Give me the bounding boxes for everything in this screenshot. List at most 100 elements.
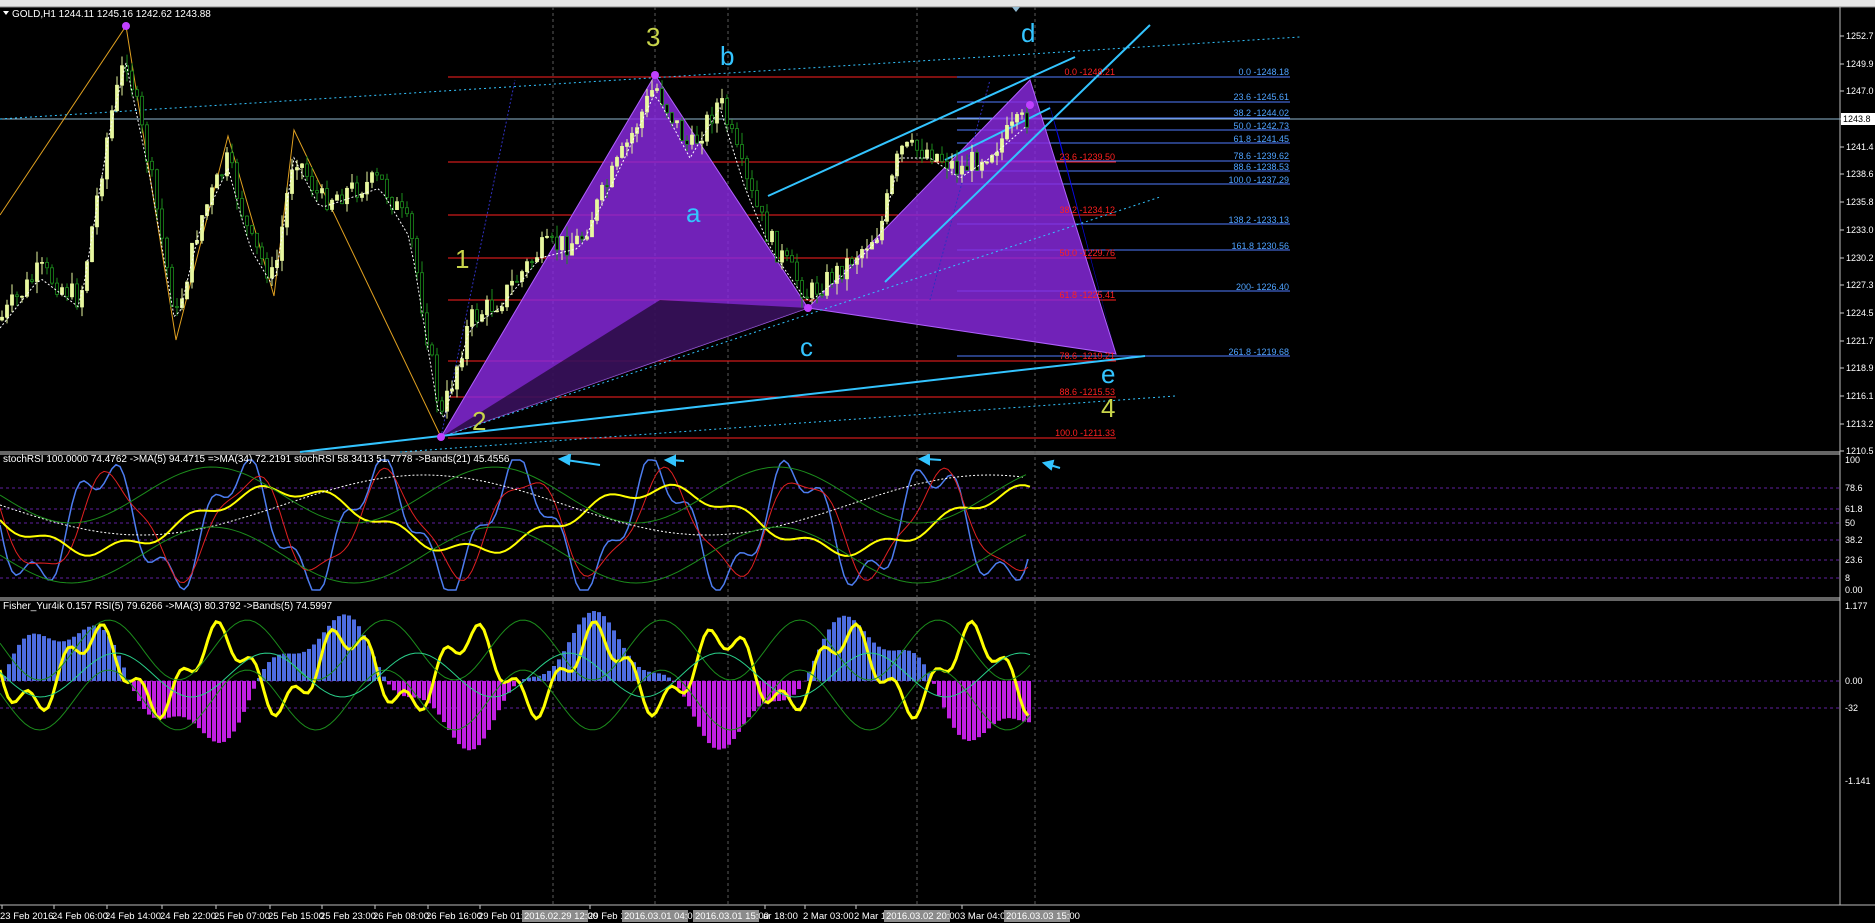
fisher-bar [737,681,741,732]
fib-blue-label: 100.0 -1237.29 [1228,175,1289,185]
candle-body [270,267,274,279]
candle-body [915,139,919,151]
time-tick-label: 24 Feb 14:00 [105,911,161,922]
fisher-bar [277,654,281,681]
wave-label-1: 1 [455,244,469,274]
price-tick-label: 1224.5 [1846,308,1874,318]
fisher-bar [457,681,461,745]
fisher-bar [137,681,141,702]
time-highlight-label: 2016.02.29 12:00 [524,911,598,922]
candle-body [805,296,809,299]
candle-body [605,184,609,188]
candle-body [745,158,749,180]
fisher-bar [652,672,656,681]
candle-body [855,257,859,265]
candle-body [625,142,629,147]
candle-body [620,146,624,158]
fisher-bar [992,681,996,725]
candle-body [370,172,374,183]
fisher-bar [237,681,241,723]
candle-body [785,250,789,256]
fisher-bar [922,664,926,681]
fisher-bar [87,626,91,681]
candle-body [700,140,704,144]
candle-body [410,213,414,239]
price-tick-label: 1230.2 [1846,253,1874,263]
time-tick-label: 2 Mar 1 [854,911,886,922]
fisher-bar [707,681,711,744]
candle-body [950,160,954,169]
price-tick-label: 1247.0 [1846,86,1874,96]
candle-body [750,178,754,191]
candle-body [995,151,999,156]
candle-body [1020,112,1024,115]
candle-body [160,208,164,239]
candle-body [1015,114,1019,123]
fisher-bar [957,681,961,735]
candle-body [45,261,49,269]
fisher-bar [912,653,916,681]
candle-body [830,271,834,284]
fisher-bar [12,653,16,681]
candle-body [170,266,174,307]
candle-body [720,98,724,104]
fib-blue-label: 50.0 -1242.73 [1233,121,1289,131]
candle-body [910,139,914,143]
candle-body [1000,138,1004,153]
fisher-bar [857,625,861,681]
fisher-level: -32 [1845,703,1858,713]
fisher-bar [947,681,951,719]
fisher-bar [982,681,986,734]
candle-body [485,299,489,316]
fisher-bar [1007,681,1011,719]
time-tick-label: 24 Feb 22:00 [160,911,216,922]
time-tick-label: 26 Feb 16:00 [426,911,482,922]
price-tick-label: 1213.2 [1846,419,1874,429]
fisher-bar [362,635,366,681]
candle-body [80,290,84,308]
candle-body [130,70,134,91]
fib-blue-label: 138.2 -1233.13 [1228,215,1289,225]
candle-body [150,160,154,171]
candle-body [300,163,304,168]
fisher-bar [567,642,571,681]
candle-body [865,248,869,251]
candle-body [305,163,309,177]
candle-body [430,344,434,356]
candle-body [655,88,659,91]
candle-body [940,153,944,162]
fisher-bar [157,681,161,719]
candle-body [975,151,979,171]
time-highlight-label: 2016.03.01 15:00 [695,911,769,922]
candle-body [545,235,549,238]
candle-body [755,190,759,207]
candle-body [735,128,739,145]
wave-label-e: e [1101,359,1115,389]
time-tick-label: 25 Feb 15:00 [268,911,324,922]
candle-body [610,165,614,188]
candle-body [555,236,559,251]
price-tick-label: 1216.1 [1846,391,1874,401]
candle-body [955,160,959,175]
candle-body [695,134,699,144]
candle-body [415,238,419,274]
price-tick-label: 1233.0 [1846,225,1874,235]
candle-body [500,306,504,312]
candle-body [230,152,234,164]
candle-body [580,235,584,240]
fisher-bar [997,681,1001,721]
candle-body [10,294,14,306]
candle-body [315,190,319,194]
candle-body [790,255,794,263]
fisher-bar [727,681,731,745]
fisher-bar [297,653,301,681]
candle-body [145,124,149,162]
stoch-header: stochRSI 100.0000 74.4762 ->MA(5) 94.471… [3,454,510,465]
fisher-bar [712,681,716,748]
time-tick-label: 3 Mar 04:00 [960,911,1011,922]
wave-label-a: a [686,198,701,228]
candle-body [920,149,924,159]
fisher-bar [662,674,666,681]
fisher-bar [437,681,441,715]
fisher-bar [392,681,396,691]
